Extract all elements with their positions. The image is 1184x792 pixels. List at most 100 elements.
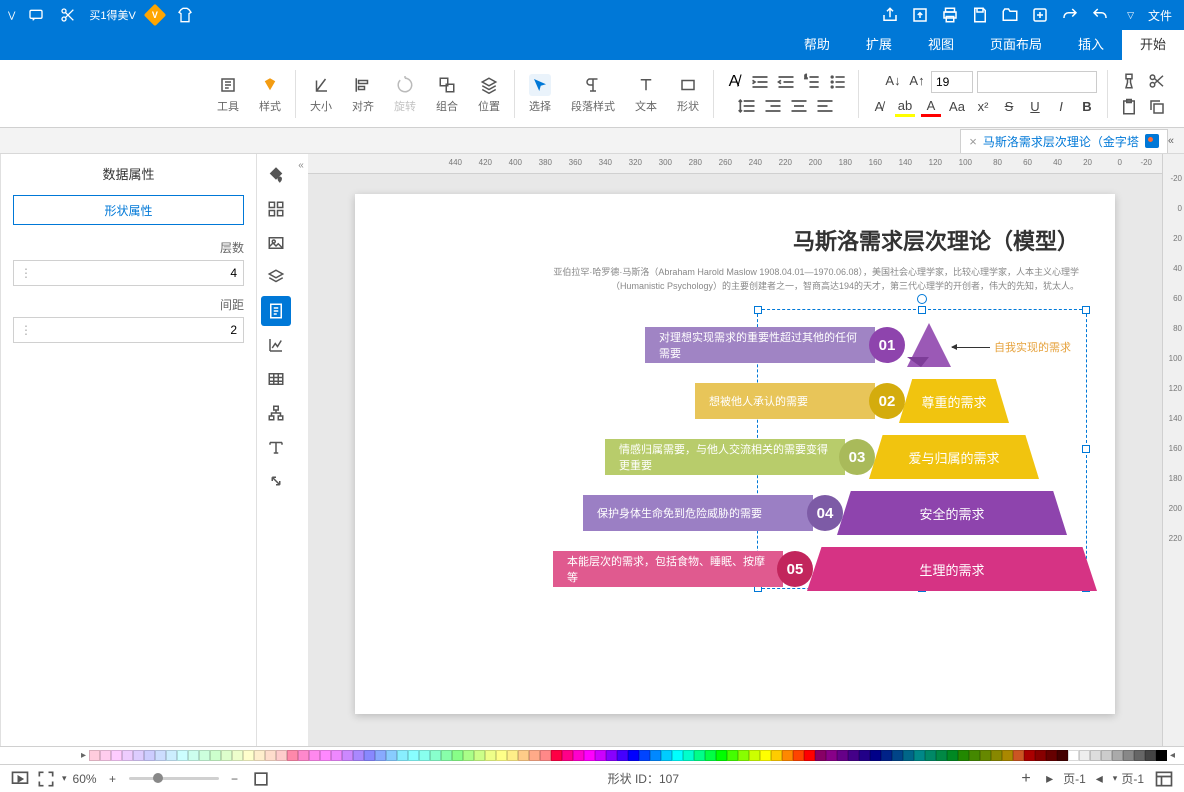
- shrink-font-icon[interactable]: A↓: [883, 71, 903, 91]
- document-tab[interactable]: 马斯洛需求层次理论（金字塔 ×: [960, 129, 1168, 153]
- paragraph-style-icon[interactable]: [582, 74, 604, 96]
- color-swatch[interactable]: [661, 750, 672, 761]
- color-swatch[interactable]: [793, 750, 804, 761]
- export-icon[interactable]: [909, 4, 931, 26]
- color-swatch[interactable]: [914, 750, 925, 761]
- italic-button[interactable]: I: [1051, 97, 1071, 117]
- color-swatch[interactable]: [1134, 750, 1145, 761]
- color-swatch[interactable]: [1068, 750, 1079, 761]
- color-swatch[interactable]: [1156, 750, 1167, 761]
- color-swatch[interactable]: [419, 750, 430, 761]
- color-swatch[interactable]: [617, 750, 628, 761]
- sidetab-layers[interactable]: [261, 262, 291, 292]
- color-swatch[interactable]: [188, 750, 199, 761]
- align-left-icon[interactable]: [815, 96, 835, 116]
- doctabs-scroll-icon[interactable]: «: [1168, 135, 1174, 147]
- color-swatch[interactable]: [1046, 750, 1057, 761]
- color-swatch[interactable]: [925, 750, 936, 761]
- spacing-input[interactable]: 2⋮: [13, 317, 244, 343]
- align-center-icon[interactable]: [789, 96, 809, 116]
- clear-format-button[interactable]: A̸: [869, 97, 889, 117]
- open-icon[interactable]: [999, 4, 1021, 26]
- numbering-icon[interactable]: 1: [802, 72, 822, 92]
- page-selector[interactable]: 页-1▾: [1113, 770, 1144, 787]
- color-swatch[interactable]: [738, 750, 749, 761]
- zoom-out-icon[interactable]: −: [225, 769, 245, 789]
- color-swatch[interactable]: [430, 750, 441, 761]
- color-swatch[interactable]: [298, 750, 309, 761]
- color-swatch[interactable]: [1101, 750, 1112, 761]
- color-swatch[interactable]: [1057, 750, 1068, 761]
- tab-insert[interactable]: 插入: [1060, 30, 1122, 60]
- color-swatch[interactable]: [441, 750, 452, 761]
- color-swatch[interactable]: [628, 750, 639, 761]
- color-swatch[interactable]: [155, 750, 166, 761]
- tab-start[interactable]: 开始: [1122, 30, 1184, 60]
- color-swatch[interactable]: [727, 750, 738, 761]
- color-swatch[interactable]: [507, 750, 518, 761]
- color-swatch[interactable]: [287, 750, 298, 761]
- shirt-icon[interactable]: [174, 4, 196, 26]
- bold-button[interactable]: B: [1077, 97, 1097, 117]
- color-swatch[interactable]: [1035, 750, 1046, 761]
- color-swatch[interactable]: [771, 750, 782, 761]
- color-swatch[interactable]: [518, 750, 529, 761]
- next-page-icon[interactable]: ▸: [1046, 770, 1053, 787]
- color-swatch[interactable]: [1145, 750, 1156, 761]
- color-swatch[interactable]: [375, 750, 386, 761]
- color-swatch[interactable]: [826, 750, 837, 761]
- new-icon[interactable]: [1029, 4, 1051, 26]
- color-swatch[interactable]: [89, 750, 100, 761]
- scissors-icon[interactable]: [57, 4, 79, 26]
- color-swatch[interactable]: [980, 750, 991, 761]
- line-spacing-icon[interactable]: [737, 96, 757, 116]
- redo-icon[interactable]: [1059, 4, 1081, 26]
- color-swatch[interactable]: [166, 750, 177, 761]
- color-swatch[interactable]: [276, 750, 287, 761]
- clear-icon[interactable]: A̸: [724, 72, 744, 92]
- pyramid-diagram[interactable]: 自我实现的需求: [391, 311, 1079, 671]
- fullscreen-icon[interactable]: [36, 769, 56, 789]
- color-swatch[interactable]: [584, 750, 595, 761]
- file-menu[interactable]: 文件: [1144, 7, 1176, 24]
- color-swatch[interactable]: [254, 750, 265, 761]
- color-swatch[interactable]: [760, 750, 771, 761]
- canvas[interactable]: 马斯洛需求层次理论（模型） 亚伯拉罕·哈罗德·马斯洛（Abraham Harol…: [308, 174, 1162, 746]
- color-swatch[interactable]: [309, 750, 320, 761]
- colorbar-left-arrow[interactable]: ◂: [1167, 750, 1178, 761]
- sidetab-fill[interactable]: [261, 160, 291, 190]
- color-swatch[interactable]: [969, 750, 980, 761]
- color-swatch[interactable]: [573, 750, 584, 761]
- color-swatch[interactable]: [1090, 750, 1101, 761]
- sidepanel-collapse[interactable]: «: [294, 154, 308, 746]
- color-swatch[interactable]: [870, 750, 881, 761]
- color-swatch[interactable]: [1112, 750, 1123, 761]
- color-swatch[interactable]: [133, 750, 144, 761]
- zoom-slider[interactable]: [129, 777, 219, 780]
- sidetab-image[interactable]: [261, 228, 291, 258]
- layers-input[interactable]: 4⋮: [13, 260, 244, 286]
- color-swatch[interactable]: [749, 750, 760, 761]
- layers-icon[interactable]: [478, 74, 500, 96]
- tab-layout[interactable]: 页面布局: [972, 30, 1060, 60]
- color-swatch[interactable]: [529, 750, 540, 761]
- chevron-down-icon[interactable]: ⋁: [8, 10, 15, 21]
- prev-page-icon[interactable]: ◂: [1096, 770, 1103, 787]
- color-swatch[interactable]: [683, 750, 694, 761]
- color-swatch[interactable]: [804, 750, 815, 761]
- color-swatch[interactable]: [639, 750, 650, 761]
- color-swatch[interactable]: [595, 750, 606, 761]
- color-swatch[interactable]: [705, 750, 716, 761]
- highlight-button[interactable]: ab: [895, 97, 915, 117]
- color-swatch[interactable]: [837, 750, 848, 761]
- color-swatch[interactable]: [606, 750, 617, 761]
- tools-icon[interactable]: [217, 74, 239, 96]
- color-swatch[interactable]: [782, 750, 793, 761]
- vip-badge[interactable]: V: [146, 6, 164, 24]
- color-swatch[interactable]: [331, 750, 342, 761]
- style-icon[interactable]: [259, 74, 281, 96]
- color-swatch[interactable]: [848, 750, 859, 761]
- colorbar-right-arrow[interactable]: ▸: [78, 750, 89, 761]
- color-swatch[interactable]: [551, 750, 562, 761]
- chevron-down-icon[interactable]: ▽: [1127, 10, 1134, 21]
